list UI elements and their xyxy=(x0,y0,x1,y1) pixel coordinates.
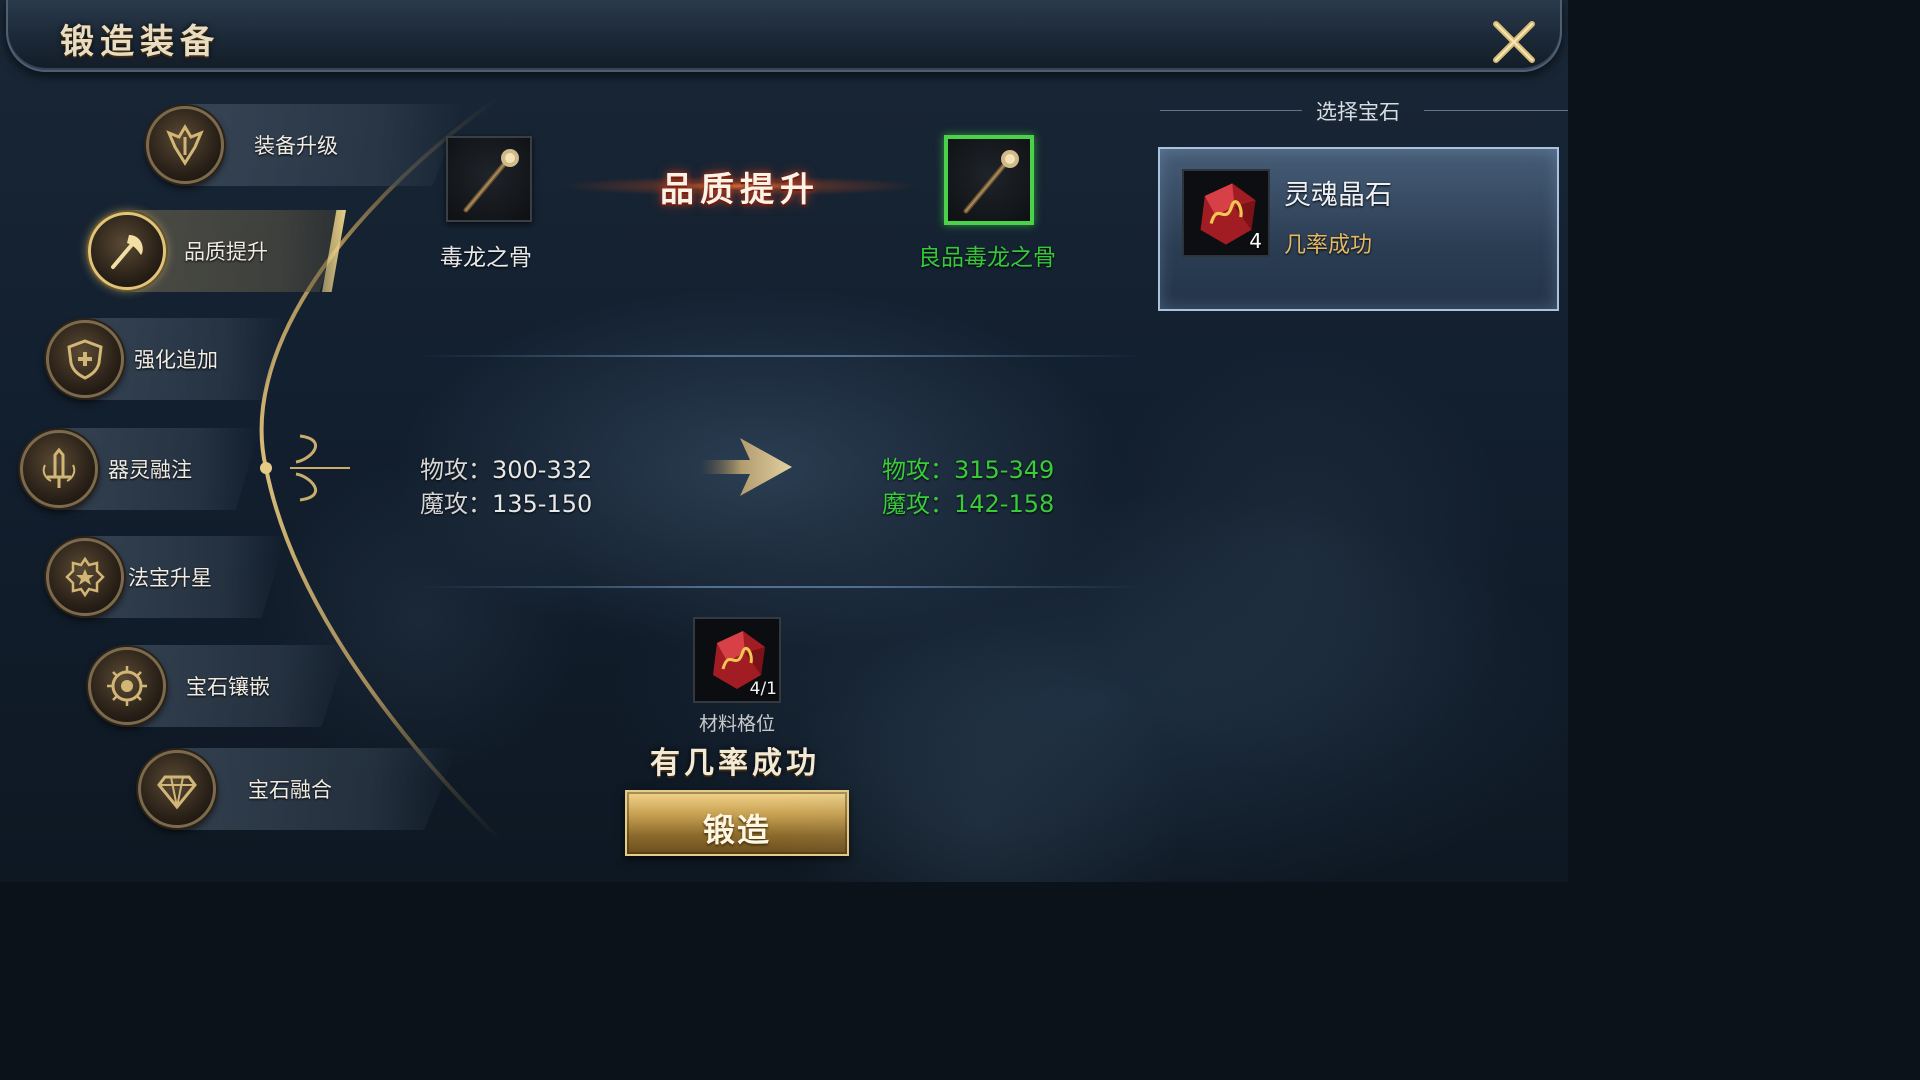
sword-icon xyxy=(20,430,98,508)
diamond-icon xyxy=(138,750,216,828)
sidebar-item-label: 宝石融合 xyxy=(248,778,332,802)
gem-select-title: 选择宝石 xyxy=(1316,100,1400,124)
arrow-right-icon xyxy=(700,438,792,496)
gem-socket-icon xyxy=(88,647,166,725)
sidebar-item-treasure-star[interactable]: 法宝升星 xyxy=(46,536,286,618)
gem-option-card[interactable]: 4 灵魂晶石 几率成功 xyxy=(1158,147,1559,311)
sidebar-item-label: 强化追加 xyxy=(134,348,218,372)
banner-text: 品质提升 xyxy=(660,170,820,210)
source-stat-magic: 魔攻：135-150 xyxy=(420,490,593,518)
sidebar-item-gem-inlay[interactable]: 宝石镶嵌 xyxy=(88,645,348,727)
gem-quantity: 4 xyxy=(1249,229,1262,253)
quality-upgrade-banner: 品质提升 xyxy=(560,150,920,222)
sidebar-item-spirit-infuse[interactable]: 器灵融注 xyxy=(20,428,260,510)
sidebar-item-enhance-add[interactable]: 强化追加 xyxy=(46,318,286,400)
forge-button[interactable]: 锻造 xyxy=(625,790,849,856)
sidebar-item-gem-fusion[interactable]: 宝石融合 xyxy=(138,748,458,830)
sidebar-item-label: 器灵融注 xyxy=(108,458,192,482)
title-bar: 锻造装备 xyxy=(6,0,1562,72)
material-slot[interactable]: 4/1 xyxy=(693,617,781,703)
result-stat-physical: 物攻：315-349 xyxy=(882,456,1055,484)
result-item-slot[interactable] xyxy=(944,135,1034,225)
result-item-name: 良品毒龙之骨 xyxy=(918,245,1056,271)
shield-plus-icon xyxy=(46,320,124,398)
material-slot-label: 材料格位 xyxy=(698,713,775,735)
divider-top xyxy=(420,355,1140,357)
sidebar-item-label: 宝石镶嵌 xyxy=(186,675,270,699)
gem-select-header: 选择宝石 xyxy=(1160,96,1568,126)
source-item-name: 毒龙之骨 xyxy=(440,245,532,271)
divider-bottom xyxy=(420,586,1140,588)
sidebar-item-label: 法宝升星 xyxy=(128,566,212,590)
forge-button-label: 锻造 xyxy=(702,811,771,849)
forge-screen: 锻造装备 装备升级 品质提升 强化追加 器灵融注 法宝升星 宝石镶嵌 宝石融合 … xyxy=(0,0,1568,882)
sidebar-item-label: 品质提升 xyxy=(184,240,268,264)
axe-icon xyxy=(88,212,166,290)
gem-name: 灵魂晶石 xyxy=(1284,180,1392,211)
result-stat-magic: 魔攻：142-158 xyxy=(882,490,1055,518)
window-title: 锻造装备 xyxy=(60,22,220,62)
sidebar-item-quality-upgrade[interactable]: 品质提升 xyxy=(88,210,346,292)
sidebar-item-label: 装备升级 xyxy=(254,134,338,158)
source-stat-physical: 物攻：300-332 xyxy=(420,456,593,484)
staff-icon xyxy=(463,149,519,213)
close-icon[interactable] xyxy=(1490,18,1538,66)
source-item-slot[interactable] xyxy=(446,136,532,222)
wings-crest-icon xyxy=(146,106,224,184)
gem-icon-slot: 4 xyxy=(1182,169,1270,257)
gem-description: 几率成功 xyxy=(1284,233,1373,258)
success-chance-text: 有几率成功 xyxy=(650,746,820,781)
staff-icon xyxy=(963,150,1019,214)
material-count: 4/1 xyxy=(749,679,777,699)
star-badge-icon xyxy=(46,538,124,616)
sidebar-item-equipment-upgrade[interactable]: 装备升级 xyxy=(146,104,466,186)
